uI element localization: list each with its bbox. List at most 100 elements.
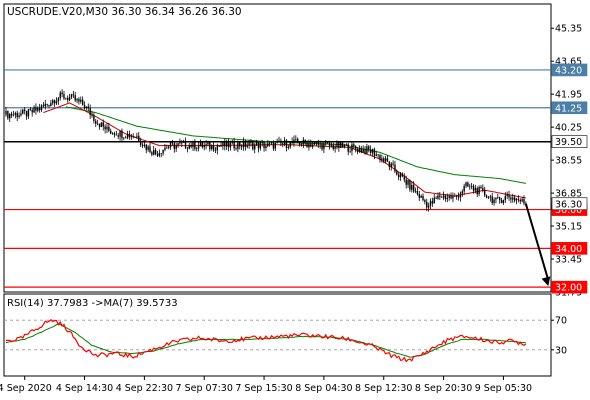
price-tick-label: 40.25 <box>555 123 582 134</box>
candle-body <box>321 143 323 150</box>
rsi-tick-label: 70 <box>555 316 567 327</box>
candle-body <box>196 148 198 149</box>
candle-body <box>224 142 226 147</box>
candle-body <box>480 186 482 189</box>
candle-body <box>431 201 434 204</box>
candle-body <box>469 186 471 188</box>
candle-body <box>257 142 260 149</box>
candle-body <box>239 142 241 147</box>
candle-body <box>246 145 248 147</box>
candle-body <box>297 138 299 143</box>
candle-body <box>523 199 525 204</box>
candle-body <box>188 144 190 149</box>
candle-body <box>166 147 168 149</box>
price-tick-label: 33.45 <box>555 255 582 266</box>
candle-body <box>20 113 22 116</box>
candle-body <box>375 154 377 156</box>
candle-body <box>435 197 437 199</box>
candle-body <box>317 142 319 145</box>
candle-body <box>190 144 192 148</box>
rsi-info: RSI(14) 37.7983 ->MA(7) 39.5733 <box>7 298 178 309</box>
candle-body <box>349 151 351 152</box>
candle-body <box>272 142 275 149</box>
candle-body <box>265 146 267 149</box>
rsi-tick-label: 30 <box>555 345 567 356</box>
candle-body <box>478 186 480 195</box>
candle-body <box>139 141 142 145</box>
candle-body <box>444 195 447 200</box>
trading-chart: 45.3543.6541.9540.2538.5536.8535.1533.45… <box>0 0 590 400</box>
candle-body <box>252 142 254 150</box>
candle-body <box>495 197 497 200</box>
candle-body <box>319 143 321 145</box>
candle-body <box>7 110 9 119</box>
candle-body <box>132 136 134 137</box>
candle-body <box>119 130 121 137</box>
candle-body <box>199 142 202 146</box>
candle-body <box>145 144 147 150</box>
candle-body <box>396 171 398 175</box>
candle-body <box>405 179 407 185</box>
candle-body <box>403 175 406 180</box>
candle-body <box>433 197 435 204</box>
candle-body <box>5 110 7 115</box>
candle-body <box>250 142 252 143</box>
candle-body <box>268 143 271 144</box>
candle-body <box>338 142 340 148</box>
candle-body <box>87 106 89 109</box>
candle-body <box>102 122 104 127</box>
candle-body <box>143 144 146 146</box>
time-tick-label: 4 Sep 22:30 <box>116 383 173 394</box>
candle-body <box>388 161 391 167</box>
candle-body <box>37 108 39 111</box>
level-label: 32.00 <box>555 283 582 294</box>
candle-body <box>111 133 114 134</box>
candle-body <box>63 94 65 99</box>
candle-body <box>130 136 132 138</box>
candle-body <box>93 115 95 122</box>
candle-body <box>489 196 492 198</box>
candle-body <box>343 145 346 148</box>
candle-body <box>158 153 161 156</box>
candle-body <box>497 197 499 198</box>
candle-body <box>285 140 288 148</box>
candle-body <box>110 130 112 134</box>
symbol-info: USCRUDE.V20,M30 36.30 36.34 36.26 36.30 <box>7 6 242 18</box>
candle-body <box>259 142 262 149</box>
candle-body <box>311 144 314 147</box>
price-tick-label: 35.15 <box>555 222 582 233</box>
candle-body <box>229 142 232 148</box>
candle-body <box>85 106 88 109</box>
candle-body <box>450 196 452 199</box>
candle-body <box>80 99 82 102</box>
candle-body <box>134 136 136 138</box>
candle-body <box>121 130 123 139</box>
candle-body <box>22 109 24 114</box>
candle-body <box>98 123 101 127</box>
candle-body <box>104 126 106 130</box>
candle-body <box>209 142 211 149</box>
candle-body <box>242 140 245 148</box>
candle-body <box>18 115 20 117</box>
candle-body <box>106 126 108 130</box>
candle-body <box>304 139 306 143</box>
candle-body <box>162 149 164 154</box>
candle-body <box>519 199 521 202</box>
price-tick-label: 45.35 <box>555 24 582 35</box>
candle-body <box>192 141 194 148</box>
candle-body <box>482 188 484 190</box>
time-tick-label: 8 Sep 12:30 <box>355 383 412 394</box>
candle-body <box>487 197 490 199</box>
candle-body <box>175 145 177 149</box>
candle-body <box>12 114 15 116</box>
candle-body <box>68 97 71 101</box>
candle-body <box>211 145 213 149</box>
candle-body <box>291 141 293 144</box>
candle-body <box>446 197 449 200</box>
candle-body <box>517 199 520 200</box>
candle-body <box>384 158 387 162</box>
candle-body <box>465 182 467 187</box>
candle-body <box>474 188 477 191</box>
candle-body <box>476 188 478 195</box>
candle-body <box>218 146 220 147</box>
